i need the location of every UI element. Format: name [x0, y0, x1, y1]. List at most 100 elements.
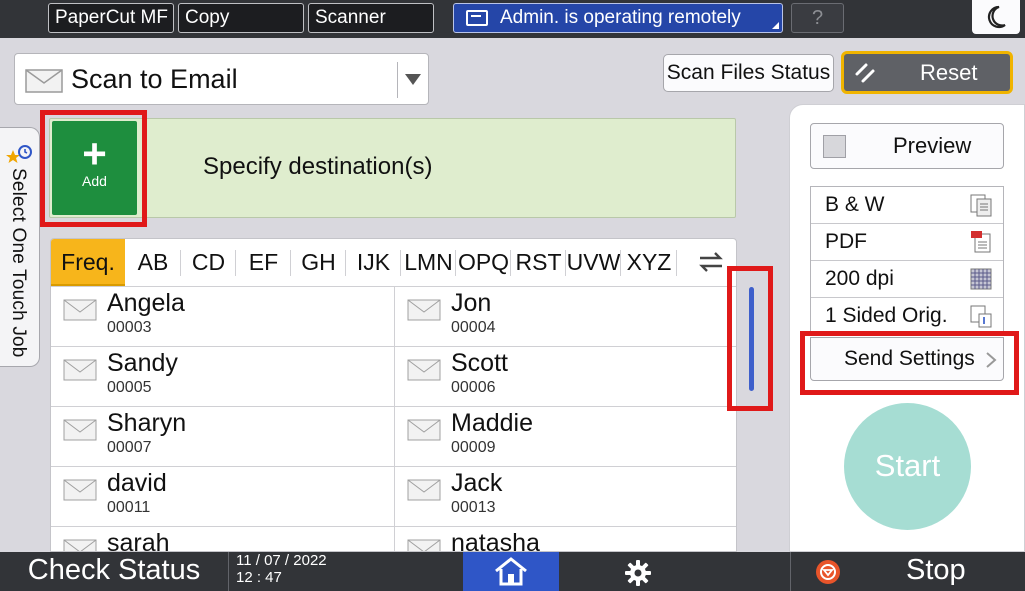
- one-sided-original-icon: [970, 305, 992, 328]
- envelope-icon: [407, 359, 441, 381]
- highlight-box-send-settings: [800, 331, 1019, 395]
- stop-label: Stop: [906, 554, 966, 586]
- entry-id: 00006: [451, 379, 496, 396]
- resolution-icon: [970, 268, 992, 290]
- tab-cd[interactable]: CD: [181, 239, 236, 286]
- specify-destination-prompt: Specify destination(s): [203, 153, 433, 180]
- tab-opq[interactable]: OPQ: [456, 239, 511, 286]
- help-button[interactable]: ?: [791, 3, 844, 33]
- entry-name: Jon: [451, 289, 492, 317]
- pdf-file-icon: [971, 231, 991, 253]
- history-star-icon: [6, 145, 32, 163]
- chevron-down-icon[interactable]: [405, 74, 421, 85]
- list-item[interactable]: Jon 00004: [395, 287, 736, 347]
- function-selector[interactable]: Scan to Email: [14, 53, 429, 105]
- column-divider: [394, 287, 395, 551]
- remote-screen-icon: [466, 10, 488, 26]
- scan-files-status-button[interactable]: Scan Files Status: [663, 54, 834, 92]
- tab-xyz[interactable]: XYZ: [621, 239, 677, 286]
- entry-name: Scott: [451, 349, 508, 377]
- envelope-icon: [407, 479, 441, 501]
- swap-view-icon[interactable]: [696, 249, 726, 275]
- home-button[interactable]: [463, 552, 559, 591]
- setting-original-sides[interactable]: 1 Sided Orig.: [811, 298, 1003, 335]
- setting-resolution[interactable]: 200 dpi: [811, 261, 1003, 298]
- preview-label: Preview: [893, 133, 972, 158]
- entry-id: 00005: [107, 379, 152, 396]
- app-tab-papercut[interactable]: PaperCut MF: [48, 3, 174, 33]
- list-item[interactable]: Scott 00006: [395, 347, 736, 407]
- start-button[interactable]: Start: [844, 403, 971, 530]
- envelope-icon: [63, 539, 97, 551]
- reset-icon: [855, 63, 875, 83]
- app-tab-scanner[interactable]: Scanner: [308, 3, 434, 33]
- list-item[interactable]: Sandy 00005: [51, 347, 394, 407]
- stop-icon: [816, 560, 840, 584]
- time-text: 12 : 47: [236, 569, 282, 586]
- entry-name: Sharyn: [107, 409, 187, 437]
- list-item[interactable]: sarah: [51, 527, 394, 552]
- function-label: Scan to Email: [71, 64, 238, 94]
- scan-settings-list: B & W PDF 200 dpi 1 Sided Orig.: [810, 186, 1004, 336]
- list-item[interactable]: Maddie 00009: [395, 407, 736, 467]
- tab-ab[interactable]: AB: [125, 239, 181, 286]
- stop-button[interactable]: Stop: [790, 552, 1025, 591]
- tab-freq[interactable]: Freq.: [51, 239, 125, 286]
- entry-name: david: [107, 469, 167, 497]
- preview-checkbox[interactable]: [823, 135, 846, 158]
- list-item[interactable]: david 00011: [51, 467, 394, 527]
- entry-name: sarah: [107, 529, 170, 552]
- divider: [397, 62, 398, 98]
- tab-rst[interactable]: RST: [511, 239, 566, 286]
- entry-id: 00004: [451, 319, 496, 336]
- list-item[interactable]: Jack 00013: [395, 467, 736, 527]
- envelope-icon: [25, 69, 63, 93]
- tab-lmn[interactable]: LMN: [401, 239, 456, 286]
- entry-id: 00009: [451, 439, 496, 456]
- envelope-icon: [63, 359, 97, 381]
- check-status-button[interactable]: Check Status: [0, 552, 228, 591]
- moon-icon: [987, 5, 1006, 29]
- tab-uvw[interactable]: UVW: [566, 239, 621, 286]
- reset-button[interactable]: Reset: [841, 51, 1013, 94]
- entry-id: 00007: [107, 439, 152, 456]
- envelope-icon: [63, 479, 97, 501]
- entry-name: Jack: [451, 469, 503, 497]
- bottom-bar: Check Status 11 / 07 / 2022 12 : 47 Stop: [0, 552, 1025, 591]
- setting-file-type[interactable]: PDF: [811, 224, 1003, 261]
- entry-name: Sandy: [107, 349, 178, 377]
- list-item[interactable]: Angela 00003: [51, 287, 394, 347]
- entry-id: 00013: [451, 499, 496, 516]
- select-one-touch-job-tab[interactable]: Select One Touch Job: [0, 127, 40, 367]
- highlight-box-scrollbar: [727, 266, 773, 411]
- envelope-icon: [407, 299, 441, 321]
- entry-id: 00003: [107, 319, 152, 336]
- tab-ijk[interactable]: IJK: [346, 239, 401, 286]
- home-icon: [495, 557, 527, 586]
- index-tabs: Freq. AB CD EF GH IJK LMN OPQ RST UVW XY…: [51, 239, 736, 287]
- night-mode-button[interactable]: [972, 0, 1020, 34]
- tab-ef[interactable]: EF: [236, 239, 291, 286]
- remote-operation-status[interactable]: Admin. is operating remotely: [453, 3, 783, 33]
- corner-triangle-icon: [772, 22, 779, 29]
- destination-area[interactable]: Specify destination(s): [49, 118, 736, 218]
- address-book: Freq. AB CD EF GH IJK LMN OPQ RST UVW XY…: [50, 238, 737, 552]
- highlight-box-add: [40, 110, 147, 227]
- gear-icon[interactable]: [624, 559, 652, 587]
- remote-status-text: Admin. is operating remotely: [500, 7, 741, 28]
- divider: [228, 552, 229, 591]
- date-time: 11 / 07 / 2022 12 : 47: [236, 552, 327, 586]
- tab-gh[interactable]: GH: [291, 239, 346, 286]
- envelope-icon: [407, 419, 441, 441]
- entry-name: natasha: [451, 529, 540, 552]
- app-tab-copy[interactable]: Copy: [178, 3, 304, 33]
- side-tab-label: Select One Touch Job: [8, 168, 29, 358]
- preview-button[interactable]: Preview: [810, 123, 1004, 169]
- setting-color-mode[interactable]: B & W: [811, 187, 1003, 224]
- entry-name: Maddie: [451, 409, 533, 437]
- list-item[interactable]: Sharyn 00007: [51, 407, 394, 467]
- envelope-icon: [63, 419, 97, 441]
- list-item[interactable]: natasha: [395, 527, 736, 552]
- envelope-icon: [63, 299, 97, 321]
- entry-id: 00011: [107, 499, 151, 516]
